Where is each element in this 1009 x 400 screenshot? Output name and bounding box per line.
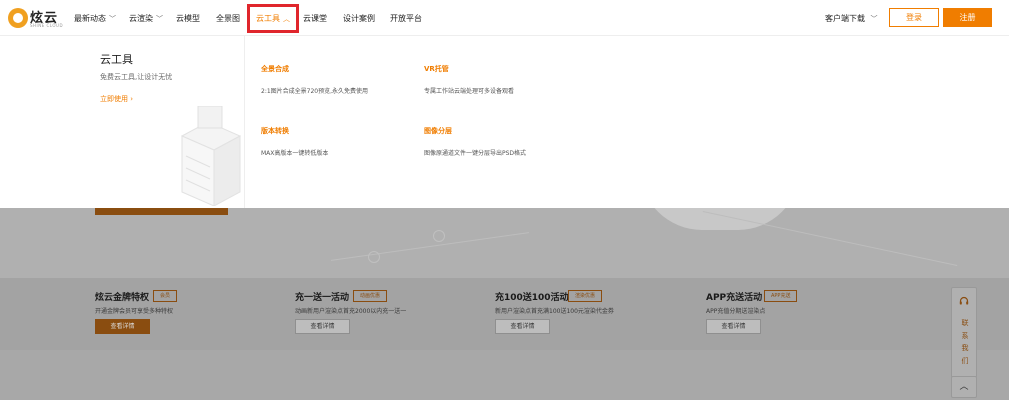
contact-char: 们 xyxy=(961,356,969,365)
hero-banner xyxy=(0,208,1009,278)
promo-card: 炫云金牌特权 会员 开通金牌会员可享受多种特权 查看详情 xyxy=(95,290,295,340)
hero-line xyxy=(702,210,958,267)
chevron-down-icon: ﹀ xyxy=(156,15,163,23)
promo-card: 充100送100活动 渲染优惠 新用户渲染点首充满100送100元渲染代金券 查… xyxy=(495,290,695,340)
tool-vr-title[interactable]: VR托管 xyxy=(424,64,449,74)
logo[interactable]: 炫云 SHINE CLOUD xyxy=(8,6,64,30)
back-to-top-button[interactable]: ︿ xyxy=(951,376,977,398)
nav-label: 云渲染 xyxy=(129,14,153,23)
tool-version-desc: MAX高版本一键转低版本 xyxy=(261,150,329,157)
use-now-link[interactable]: 立即使用 › xyxy=(100,94,133,104)
nav-design-cases[interactable]: 设计案例 xyxy=(343,13,375,24)
nav-label: 最新动态 xyxy=(74,14,106,23)
promo-detail-button[interactable]: 查看详情 xyxy=(706,319,761,334)
promo-title: 充一送一活动 xyxy=(295,293,350,303)
contact-char: 系 xyxy=(961,331,969,340)
promo-badge: APP充送 xyxy=(764,290,798,302)
logo-sub: SHINE CLOUD xyxy=(30,23,64,28)
contact-us-label: 联 系 我 们 xyxy=(960,317,970,367)
promo-badge: 会员 xyxy=(153,290,178,302)
hero-line xyxy=(330,232,530,261)
dropdown-title: 云工具 xyxy=(100,53,133,66)
nav-label: 开放平台 xyxy=(390,14,422,23)
tool-vr-desc: 专属工作站云端处理可多设备观看 xyxy=(424,88,515,95)
dropdown-desc: 免费云工具,让设计无忧 xyxy=(100,73,173,81)
nav-cloud-render[interactable]: 云渲染 ﹀ xyxy=(129,13,163,24)
promo-badge: 动画优惠 xyxy=(353,290,388,302)
contact-us-widget[interactable]: 联 系 我 们 xyxy=(951,287,977,378)
dropdown-intro: 云工具 免费云工具,让设计无忧 立即使用 › xyxy=(0,36,245,208)
promo-desc: 动画新用户渲染点首充2000以内充一送一 xyxy=(295,308,407,315)
promo-band: 炫云金牌特权 会员 开通金牌会员可享受多种特权 查看详情 充一送一活动 动画优惠… xyxy=(0,278,1009,350)
nav-label: 云课堂 xyxy=(303,14,327,23)
promo-title: 炫云金牌特权 xyxy=(95,293,150,303)
promo-detail-button[interactable]: 查看详情 xyxy=(495,319,550,334)
tool-panorama-desc: 2:1图片合成全景720预览,永久免费使用 xyxy=(261,88,369,95)
client-download[interactable]: 客户端下载 ﹀ xyxy=(825,13,878,24)
page-overlay[interactable]: 炫云金牌特权 会员 开通金牌会员可享受多种特权 查看详情 充一送一活动 动画优惠… xyxy=(0,208,1009,400)
server-illustration-icon xyxy=(180,106,242,206)
nav-cloud-class[interactable]: 云课堂 xyxy=(303,13,327,24)
nav-label: 设计案例 xyxy=(343,14,375,23)
promo-detail-button[interactable]: 查看详情 xyxy=(295,319,350,334)
nav-latest-news[interactable]: 最新动态 ﹀ xyxy=(74,13,116,24)
logo-mark-icon xyxy=(8,8,28,28)
nav-open-platform[interactable]: 开放平台 xyxy=(390,13,422,24)
promo-title: APP充送活动 xyxy=(706,293,763,303)
register-button[interactable]: 注册 xyxy=(943,8,992,27)
promo-detail-button[interactable]: 查看详情 xyxy=(95,319,150,334)
chevron-down-icon: ﹀ xyxy=(109,15,116,23)
tool-panorama-title[interactable]: 全景合成 xyxy=(261,64,289,74)
headset-icon xyxy=(959,296,969,305)
tool-version-title[interactable]: 版本转换 xyxy=(261,126,289,136)
nav-label: 全景图 xyxy=(216,14,240,23)
promo-desc: APP充值分期送渲染点 xyxy=(706,308,766,315)
tool-layer-title[interactable]: 图像分层 xyxy=(424,126,452,136)
contact-char: 联 xyxy=(961,319,969,327)
login-button[interactable]: 登录 xyxy=(889,8,939,27)
tool-layer-desc: 图像原通道文件一键分层导出PSD格式 xyxy=(424,150,527,157)
promo-desc: 新用户渲染点首充满100送100元渲染代金券 xyxy=(495,308,614,315)
promo-desc: 开通金牌会员可享受多种特权 xyxy=(95,308,174,315)
promo-card: APP充送活动 APP充送 APP充值分期送渲染点 查看详情 xyxy=(706,290,906,340)
top-header: 炫云 SHINE CLOUD 最新动态 ﹀ 云渲染 ﹀ 云模型 全景图 云工具 ︿ 云… xyxy=(0,0,1009,36)
promo-badge: 渲染优惠 xyxy=(568,290,603,302)
hero-button xyxy=(95,208,228,215)
section-below xyxy=(0,350,1009,400)
nav-panorama[interactable]: 全景图 xyxy=(216,13,240,24)
cloud-tools-dropdown: 云工具 免费云工具,让设计无忧 立即使用 › 全景合成 2:1图片合成全景720… xyxy=(0,36,1009,208)
hero-dot-icon xyxy=(368,251,380,263)
nav-label: 云模型 xyxy=(176,14,200,23)
contact-char: 我 xyxy=(961,344,969,352)
chevron-down-icon: ﹀ xyxy=(870,15,878,23)
nav-cloud-model[interactable]: 云模型 xyxy=(176,13,200,24)
nav-highlight-box xyxy=(247,4,299,33)
promo-title: 充100送100活动 xyxy=(495,293,569,303)
promo-card: 充一送一活动 动画优惠 动画新用户渲染点首充2000以内充一送一 查看详情 xyxy=(295,290,495,340)
client-download-label: 客户端下载 xyxy=(825,14,865,23)
hero-dot-icon xyxy=(433,230,445,242)
